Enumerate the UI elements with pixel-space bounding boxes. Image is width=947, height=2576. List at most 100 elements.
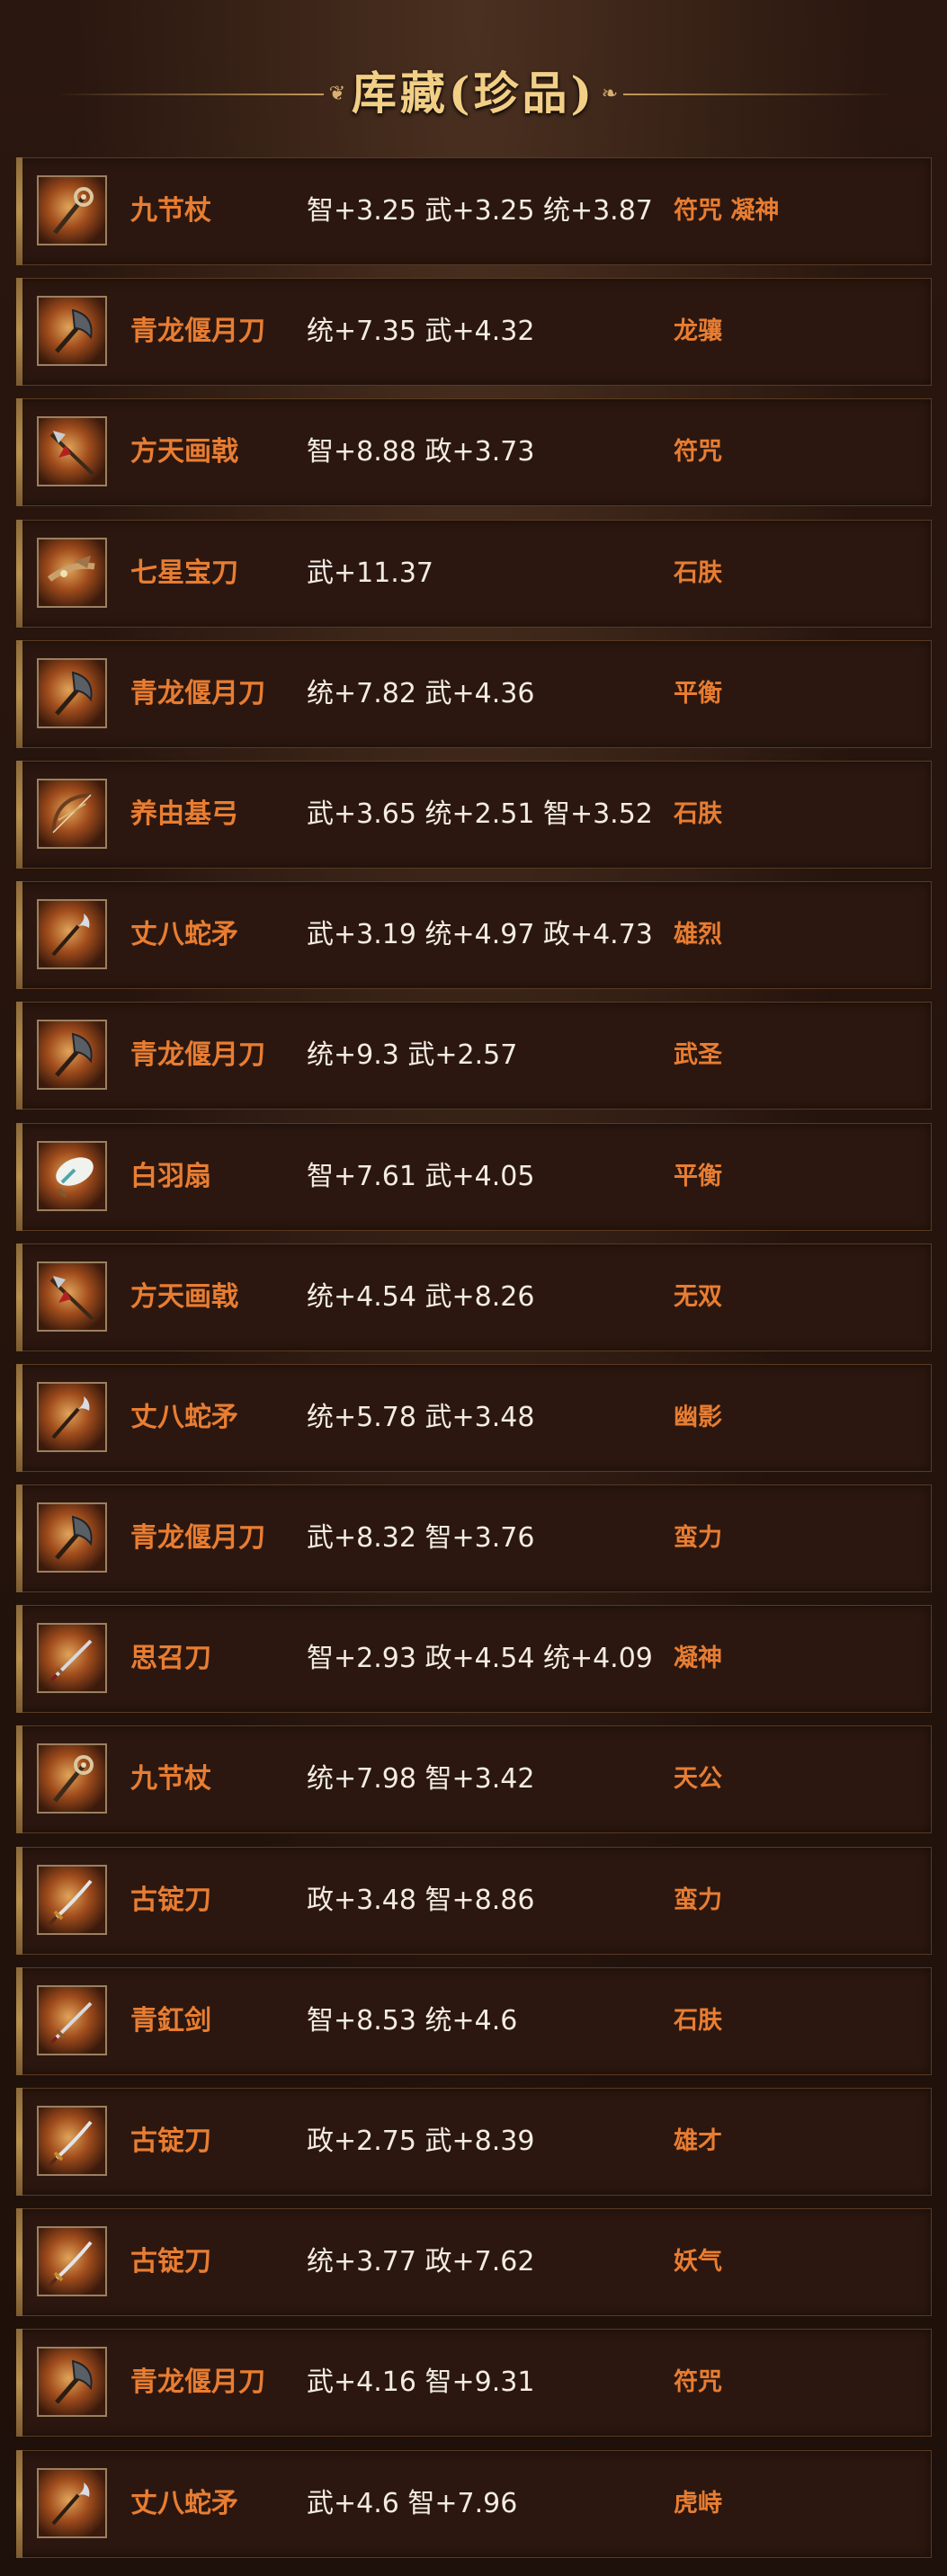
item-trait: 虎峙 bbox=[674, 2489, 722, 2518]
list-item[interactable]: 青釭剑 智+8.53 统+4.6 石肤 bbox=[16, 1966, 932, 2075]
item-name: 青龙偃月刀 bbox=[130, 316, 265, 348]
item-trait: 石肤 bbox=[674, 558, 722, 587]
sword-icon bbox=[37, 1984, 107, 2055]
item-trait: 符咒 凝神 bbox=[674, 197, 780, 225]
glaive-icon bbox=[37, 657, 107, 728]
item-name: 丈八蛇矛 bbox=[130, 2487, 238, 2519]
list-item[interactable]: 青龙偃月刀 武+4.16 智+9.31 符咒 bbox=[16, 2329, 932, 2438]
item-name: 方天画戟 bbox=[130, 1280, 238, 1313]
list-item[interactable]: 青龙偃月刀 统+9.3 武+2.57 武圣 bbox=[16, 1002, 932, 1110]
treasure-list: 九节杖 智+3.25 武+3.25 统+3.87 符咒 凝神青龙偃月刀 统+7.35 … bbox=[16, 157, 932, 2571]
serpent-spear-icon bbox=[37, 899, 107, 970]
list-item[interactable]: 古锭刀 政+2.75 武+8.39 雄才 bbox=[16, 2088, 932, 2196]
staff-icon bbox=[37, 175, 107, 245]
saber-icon bbox=[37, 2226, 107, 2297]
item-stats: 统+9.3 武+2.57 bbox=[307, 1039, 518, 1072]
list-item[interactable]: 丈八蛇矛 统+5.78 武+3.48 幽影 bbox=[16, 1363, 932, 1472]
item-trait: 蛮力 bbox=[674, 1524, 722, 1553]
list-item[interactable]: 九节杖 智+3.25 武+3.25 统+3.87 符咒 凝神 bbox=[16, 157, 932, 265]
list-item[interactable]: 古锭刀 政+3.48 智+8.86 蛮力 bbox=[16, 1846, 932, 1955]
item-name: 七星宝刀 bbox=[130, 557, 238, 589]
saber-icon bbox=[37, 1864, 107, 1935]
item-name: 青龙偃月刀 bbox=[130, 677, 265, 709]
list-item[interactable]: 方天画戟 统+4.54 武+8.26 无双 bbox=[16, 1243, 932, 1351]
dragon-blade-icon bbox=[37, 537, 107, 608]
item-stats: 智+2.93 政+4.54 统+4.09 bbox=[307, 1643, 653, 1675]
list-item[interactable]: 七星宝刀 武+11.37 石肤 bbox=[16, 519, 932, 628]
page-title: 库藏(珍品) bbox=[351, 67, 596, 120]
serpent-spear-icon bbox=[37, 2467, 107, 2538]
item-stats: 政+3.48 智+8.86 bbox=[307, 1884, 535, 1916]
item-stats: 统+7.35 武+4.32 bbox=[307, 316, 535, 348]
bow-icon bbox=[37, 778, 107, 849]
sword-icon bbox=[37, 1623, 107, 1694]
item-name: 丈八蛇矛 bbox=[130, 1401, 238, 1433]
item-stats: 统+3.77 政+7.62 bbox=[307, 2246, 535, 2278]
item-trait: 蛮力 bbox=[674, 1885, 722, 1914]
item-stats: 统+4.54 武+8.26 bbox=[307, 1280, 535, 1313]
item-stats: 政+2.75 武+8.39 bbox=[307, 2126, 535, 2157]
item-stats: 统+7.98 智+3.42 bbox=[307, 1763, 535, 1796]
item-trait: 石肤 bbox=[674, 799, 722, 828]
item-stats: 武+4.16 智+9.31 bbox=[307, 2367, 535, 2399]
list-item[interactable]: 丈八蛇矛 武+3.19 统+4.97 政+4.73 雄烈 bbox=[16, 881, 932, 990]
item-name: 青龙偃月刀 bbox=[130, 1039, 265, 1072]
item-stats: 智+8.53 统+4.6 bbox=[307, 2004, 518, 2037]
item-name: 古锭刀 bbox=[130, 2246, 211, 2278]
list-item[interactable]: 养由基弓 武+3.65 统+2.51 智+3.52 石肤 bbox=[16, 760, 932, 869]
item-trait: 平衡 bbox=[674, 1162, 722, 1190]
item-stats: 武+3.19 统+4.97 政+4.73 bbox=[307, 919, 653, 951]
list-item[interactable]: 思召刀 智+2.93 政+4.54 统+4.09 凝神 bbox=[16, 1605, 932, 1714]
item-name: 青龙偃月刀 bbox=[130, 1522, 265, 1555]
item-stats: 武+8.32 智+3.76 bbox=[307, 1522, 535, 1555]
item-trait: 符咒 bbox=[674, 2368, 722, 2397]
staff-icon bbox=[37, 1743, 107, 1814]
halberd-icon bbox=[37, 1261, 107, 1332]
item-trait: 平衡 bbox=[674, 679, 722, 708]
item-name: 九节杖 bbox=[130, 195, 211, 227]
item-trait: 妖气 bbox=[674, 2248, 722, 2277]
list-item[interactable]: 青龙偃月刀 统+7.82 武+4.36 平衡 bbox=[16, 639, 932, 748]
item-trait: 无双 bbox=[674, 1282, 722, 1311]
list-item[interactable]: 方天画戟 智+8.88 政+3.73 符咒 bbox=[16, 398, 932, 507]
item-stats: 武+11.37 bbox=[307, 557, 434, 589]
item-stats: 智+3.25 武+3.25 统+3.87 bbox=[307, 195, 653, 227]
glaive-icon bbox=[37, 1020, 107, 1091]
list-item[interactable]: 白羽扇 智+7.61 武+4.05 平衡 bbox=[16, 1122, 932, 1231]
item-stats: 统+5.78 武+3.48 bbox=[307, 1401, 535, 1433]
ornament-right-icon: ❧ bbox=[601, 83, 619, 105]
halberd-icon bbox=[37, 416, 107, 487]
item-trait: 武圣 bbox=[674, 1041, 722, 1070]
list-item[interactable]: 九节杖 统+7.98 智+3.42 天公 bbox=[16, 1725, 932, 1834]
item-stats: 武+4.6 智+7.96 bbox=[307, 2487, 518, 2519]
item-trait: 幽影 bbox=[674, 1403, 722, 1431]
item-name: 九节杖 bbox=[130, 1763, 211, 1796]
list-item[interactable]: 丈八蛇矛 武+4.6 智+7.96 虎峙 bbox=[16, 2449, 932, 2558]
header-divider-right bbox=[623, 94, 893, 95]
item-stats: 武+3.65 统+2.51 智+3.52 bbox=[307, 798, 653, 830]
item-name: 古锭刀 bbox=[130, 2126, 211, 2157]
glaive-icon bbox=[37, 296, 107, 367]
list-item[interactable]: 青龙偃月刀 武+8.32 智+3.76 蛮力 bbox=[16, 1484, 932, 1593]
item-trait: 雄烈 bbox=[674, 921, 722, 949]
list-item[interactable]: 古锭刀 统+3.77 政+7.62 妖气 bbox=[16, 2208, 932, 2317]
item-stats: 智+7.61 武+4.05 bbox=[307, 1160, 535, 1192]
item-trait: 雄才 bbox=[674, 2127, 722, 2155]
item-name: 古锭刀 bbox=[130, 1884, 211, 1916]
item-name: 青龙偃月刀 bbox=[130, 2367, 265, 2399]
item-name: 白羽扇 bbox=[130, 1160, 211, 1192]
glaive-icon bbox=[37, 1502, 107, 1573]
serpent-spear-icon bbox=[37, 1381, 107, 1452]
item-trait: 龙骧 bbox=[674, 317, 722, 346]
item-stats: 统+7.82 武+4.36 bbox=[307, 677, 535, 709]
item-trait: 天公 bbox=[674, 1765, 722, 1794]
fan-icon bbox=[37, 1140, 107, 1211]
item-name: 方天画戟 bbox=[130, 436, 238, 468]
list-item[interactable]: 青龙偃月刀 统+7.35 武+4.32 龙骧 bbox=[16, 278, 932, 387]
item-name: 养由基弓 bbox=[130, 798, 238, 830]
saber-icon bbox=[37, 2106, 107, 2176]
item-trait: 石肤 bbox=[674, 2006, 722, 2035]
item-name: 青釭剑 bbox=[130, 2004, 211, 2037]
item-stats: 智+8.88 政+3.73 bbox=[307, 436, 535, 468]
glaive-icon bbox=[37, 2347, 107, 2418]
